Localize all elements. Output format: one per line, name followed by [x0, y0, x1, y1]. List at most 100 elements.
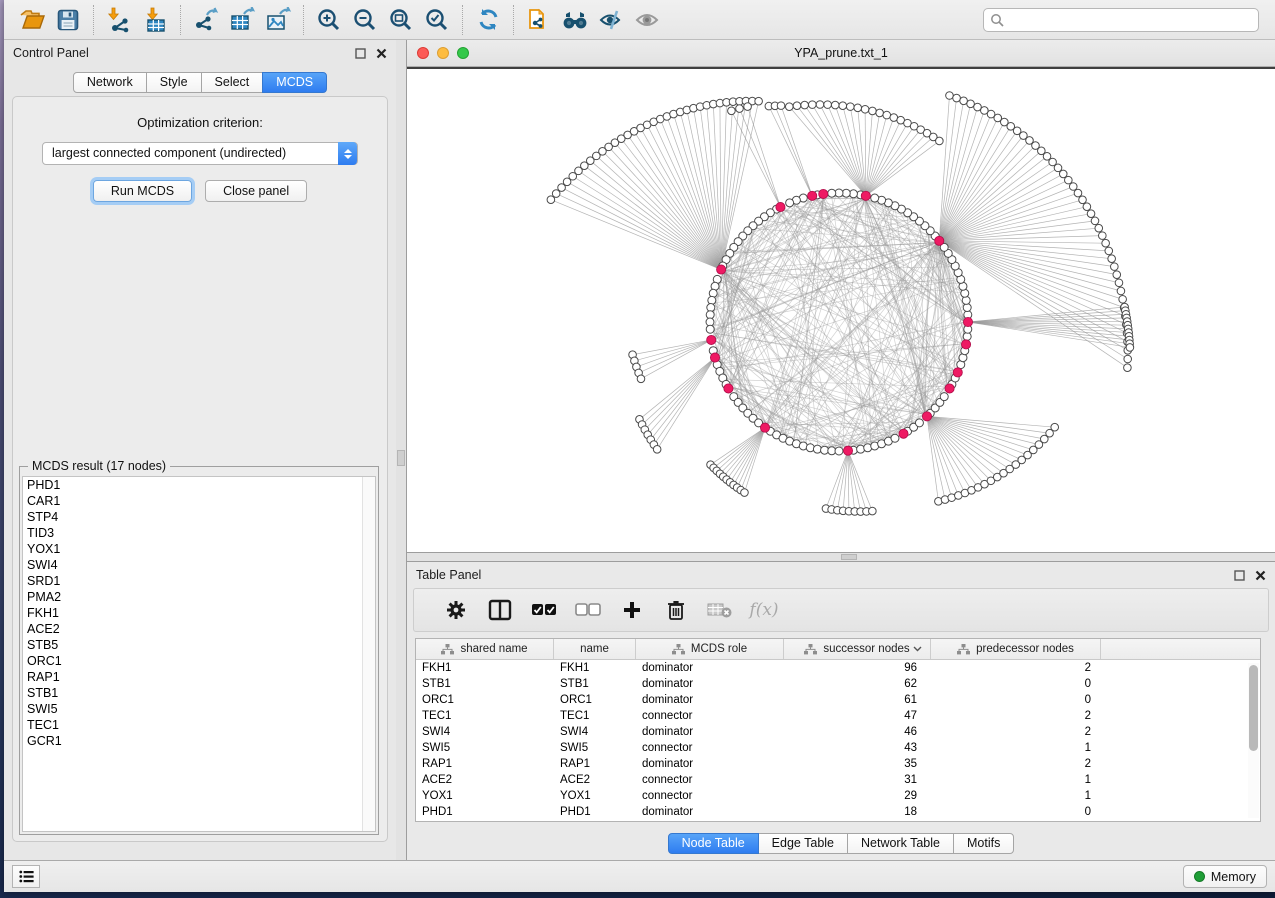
table-scrollbar[interactable] [1248, 663, 1259, 818]
tab-mcds[interactable]: MCDS [262, 72, 327, 93]
show-columns-button[interactable] [478, 592, 522, 628]
tab-motifs[interactable]: Motifs [953, 833, 1014, 854]
float-window-icon[interactable] [1234, 570, 1245, 581]
export-image-button[interactable] [260, 3, 296, 37]
close-panel-icon[interactable] [1255, 570, 1266, 581]
list-item[interactable]: CAR1 [23, 493, 375, 509]
vertical-splitter[interactable] [396, 40, 407, 860]
search-network-button[interactable] [557, 3, 593, 37]
open-button[interactable] [14, 3, 50, 37]
network-titlebar[interactable]: YPA_prune.txt_1 [407, 40, 1275, 67]
hide-preview-button[interactable] [593, 3, 629, 37]
tab-network[interactable]: Network [73, 72, 147, 93]
column-header-name[interactable]: name [554, 639, 636, 659]
network-file-button[interactable] [521, 3, 557, 37]
tab-select[interactable]: Select [201, 72, 264, 93]
table-row[interactable]: ACE2ACE2connector311 [416, 772, 1260, 788]
plus-icon [622, 600, 642, 620]
table-settings-button[interactable] [434, 592, 478, 628]
import-table-button[interactable] [137, 3, 173, 37]
import-table-icon [142, 7, 168, 33]
table-row[interactable]: TEC1TEC1connector472 [416, 708, 1260, 724]
table-row[interactable]: ORC1ORC1dominator610 [416, 692, 1260, 708]
mcds-result-list[interactable]: PHD1 CAR1 STP4 TID3 YOX1 SWI4 SRD1 PMA2 … [22, 476, 376, 832]
task-history-button[interactable] [12, 865, 40, 888]
export-table-button[interactable] [224, 3, 260, 37]
delete-column-button[interactable] [654, 592, 698, 628]
network-file-icon [526, 6, 552, 33]
splitter-grip[interactable] [397, 450, 405, 466]
export-network-button[interactable] [188, 3, 224, 37]
list-item[interactable]: RAP1 [23, 669, 375, 685]
table-tabs: Node Table Edge Table Network Table Moti… [668, 833, 1015, 854]
table-row[interactable]: SWI4SWI4dominator462 [416, 724, 1260, 740]
table-row[interactable]: PHD1PHD1dominator180 [416, 804, 1260, 820]
column-header-successor-nodes[interactable]: successor nodes [784, 639, 931, 659]
show-preview-button[interactable] [629, 3, 665, 37]
status-bar: Memory [4, 860, 1275, 892]
close-panel-button[interactable]: Close panel [205, 180, 307, 202]
tree-icon [441, 644, 454, 655]
network-canvas[interactable] [407, 67, 1275, 552]
application-window: Control Panel Network Style Select MCDS … [4, 0, 1275, 892]
zoom-in-button[interactable] [311, 3, 347, 37]
list-item[interactable]: ACE2 [23, 621, 375, 637]
close-panel-icon[interactable] [376, 48, 387, 59]
list-item[interactable]: SWI4 [23, 557, 375, 573]
horizontal-splitter[interactable] [407, 552, 1275, 562]
float-window-icon[interactable] [355, 48, 366, 59]
table-row[interactable]: RAP1RAP1dominator352 [416, 756, 1260, 772]
list-item[interactable]: STB1 [23, 685, 375, 701]
tab-node-table[interactable]: Node Table [668, 833, 759, 854]
list-item[interactable]: STB5 [23, 637, 375, 653]
tab-style[interactable]: Style [146, 72, 202, 93]
table-row[interactable]: YOX1YOX1connector291 [416, 788, 1260, 804]
list-item[interactable]: TID3 [23, 525, 375, 541]
list-item[interactable]: STP4 [23, 509, 375, 525]
list-item[interactable]: PMA2 [23, 589, 375, 605]
tab-network-table[interactable]: Network Table [847, 833, 954, 854]
unchecked-boxes-icon [575, 603, 601, 617]
zoom-selected-button[interactable] [419, 3, 455, 37]
mcds-result-legend: MCDS result (17 nodes) [28, 459, 170, 473]
list-item[interactable]: GCR1 [23, 733, 375, 749]
table-row[interactable]: FKH1FKH1dominator962 [416, 660, 1260, 676]
add-column-button[interactable] [610, 592, 654, 628]
select-all-button[interactable] [522, 592, 566, 628]
list-item[interactable]: TEC1 [23, 717, 375, 733]
import-network-button[interactable] [101, 3, 137, 37]
zoom-fit-button[interactable] [383, 3, 419, 37]
list-item[interactable]: YOX1 [23, 541, 375, 557]
memory-button[interactable]: Memory [1183, 865, 1267, 888]
tab-edge-table[interactable]: Edge Table [758, 833, 848, 854]
mcds-result-group: MCDS result (17 nodes) PHD1 CAR1 STP4 TI… [19, 466, 379, 835]
list-item[interactable]: FKH1 [23, 605, 375, 621]
column-header-mcds-role[interactable]: MCDS role [636, 639, 784, 659]
list-item[interactable]: SRD1 [23, 573, 375, 589]
control-panel: Control Panel Network Style Select MCDS … [4, 40, 396, 860]
list-scrollbar[interactable] [362, 477, 375, 831]
list-item[interactable]: ORC1 [23, 653, 375, 669]
run-mcds-button[interactable]: Run MCDS [93, 180, 192, 202]
search-icon [990, 13, 1004, 32]
list-item[interactable]: PHD1 [23, 477, 375, 493]
deselect-all-button[interactable] [566, 592, 610, 628]
mcds-tab-content: Optimization criterion: largest connecte… [12, 96, 388, 842]
table-row[interactable]: STB1STB1dominator620 [416, 676, 1260, 692]
splitter-grip[interactable] [841, 554, 857, 560]
column-header-predecessor-nodes[interactable]: predecessor nodes [931, 639, 1101, 659]
list-item[interactable]: SWI5 [23, 701, 375, 717]
table-row[interactable]: SWI5SWI5connector431 [416, 740, 1260, 756]
search-input[interactable] [983, 8, 1259, 32]
delete-table-button[interactable] [698, 592, 742, 628]
refresh-button[interactable] [470, 3, 506, 37]
save-button[interactable] [50, 3, 86, 37]
criterion-select[interactable]: largest connected component (undirected) [42, 142, 358, 165]
scrollbar-thumb[interactable] [1249, 665, 1258, 751]
toolbar-separator [513, 5, 514, 35]
zoom-in-icon [316, 7, 342, 33]
function-builder-button[interactable]: f(x) [742, 592, 786, 628]
zoom-out-button[interactable] [347, 3, 383, 37]
network-graph[interactable] [407, 69, 1275, 552]
column-header-shared-name[interactable]: shared name [416, 639, 554, 659]
